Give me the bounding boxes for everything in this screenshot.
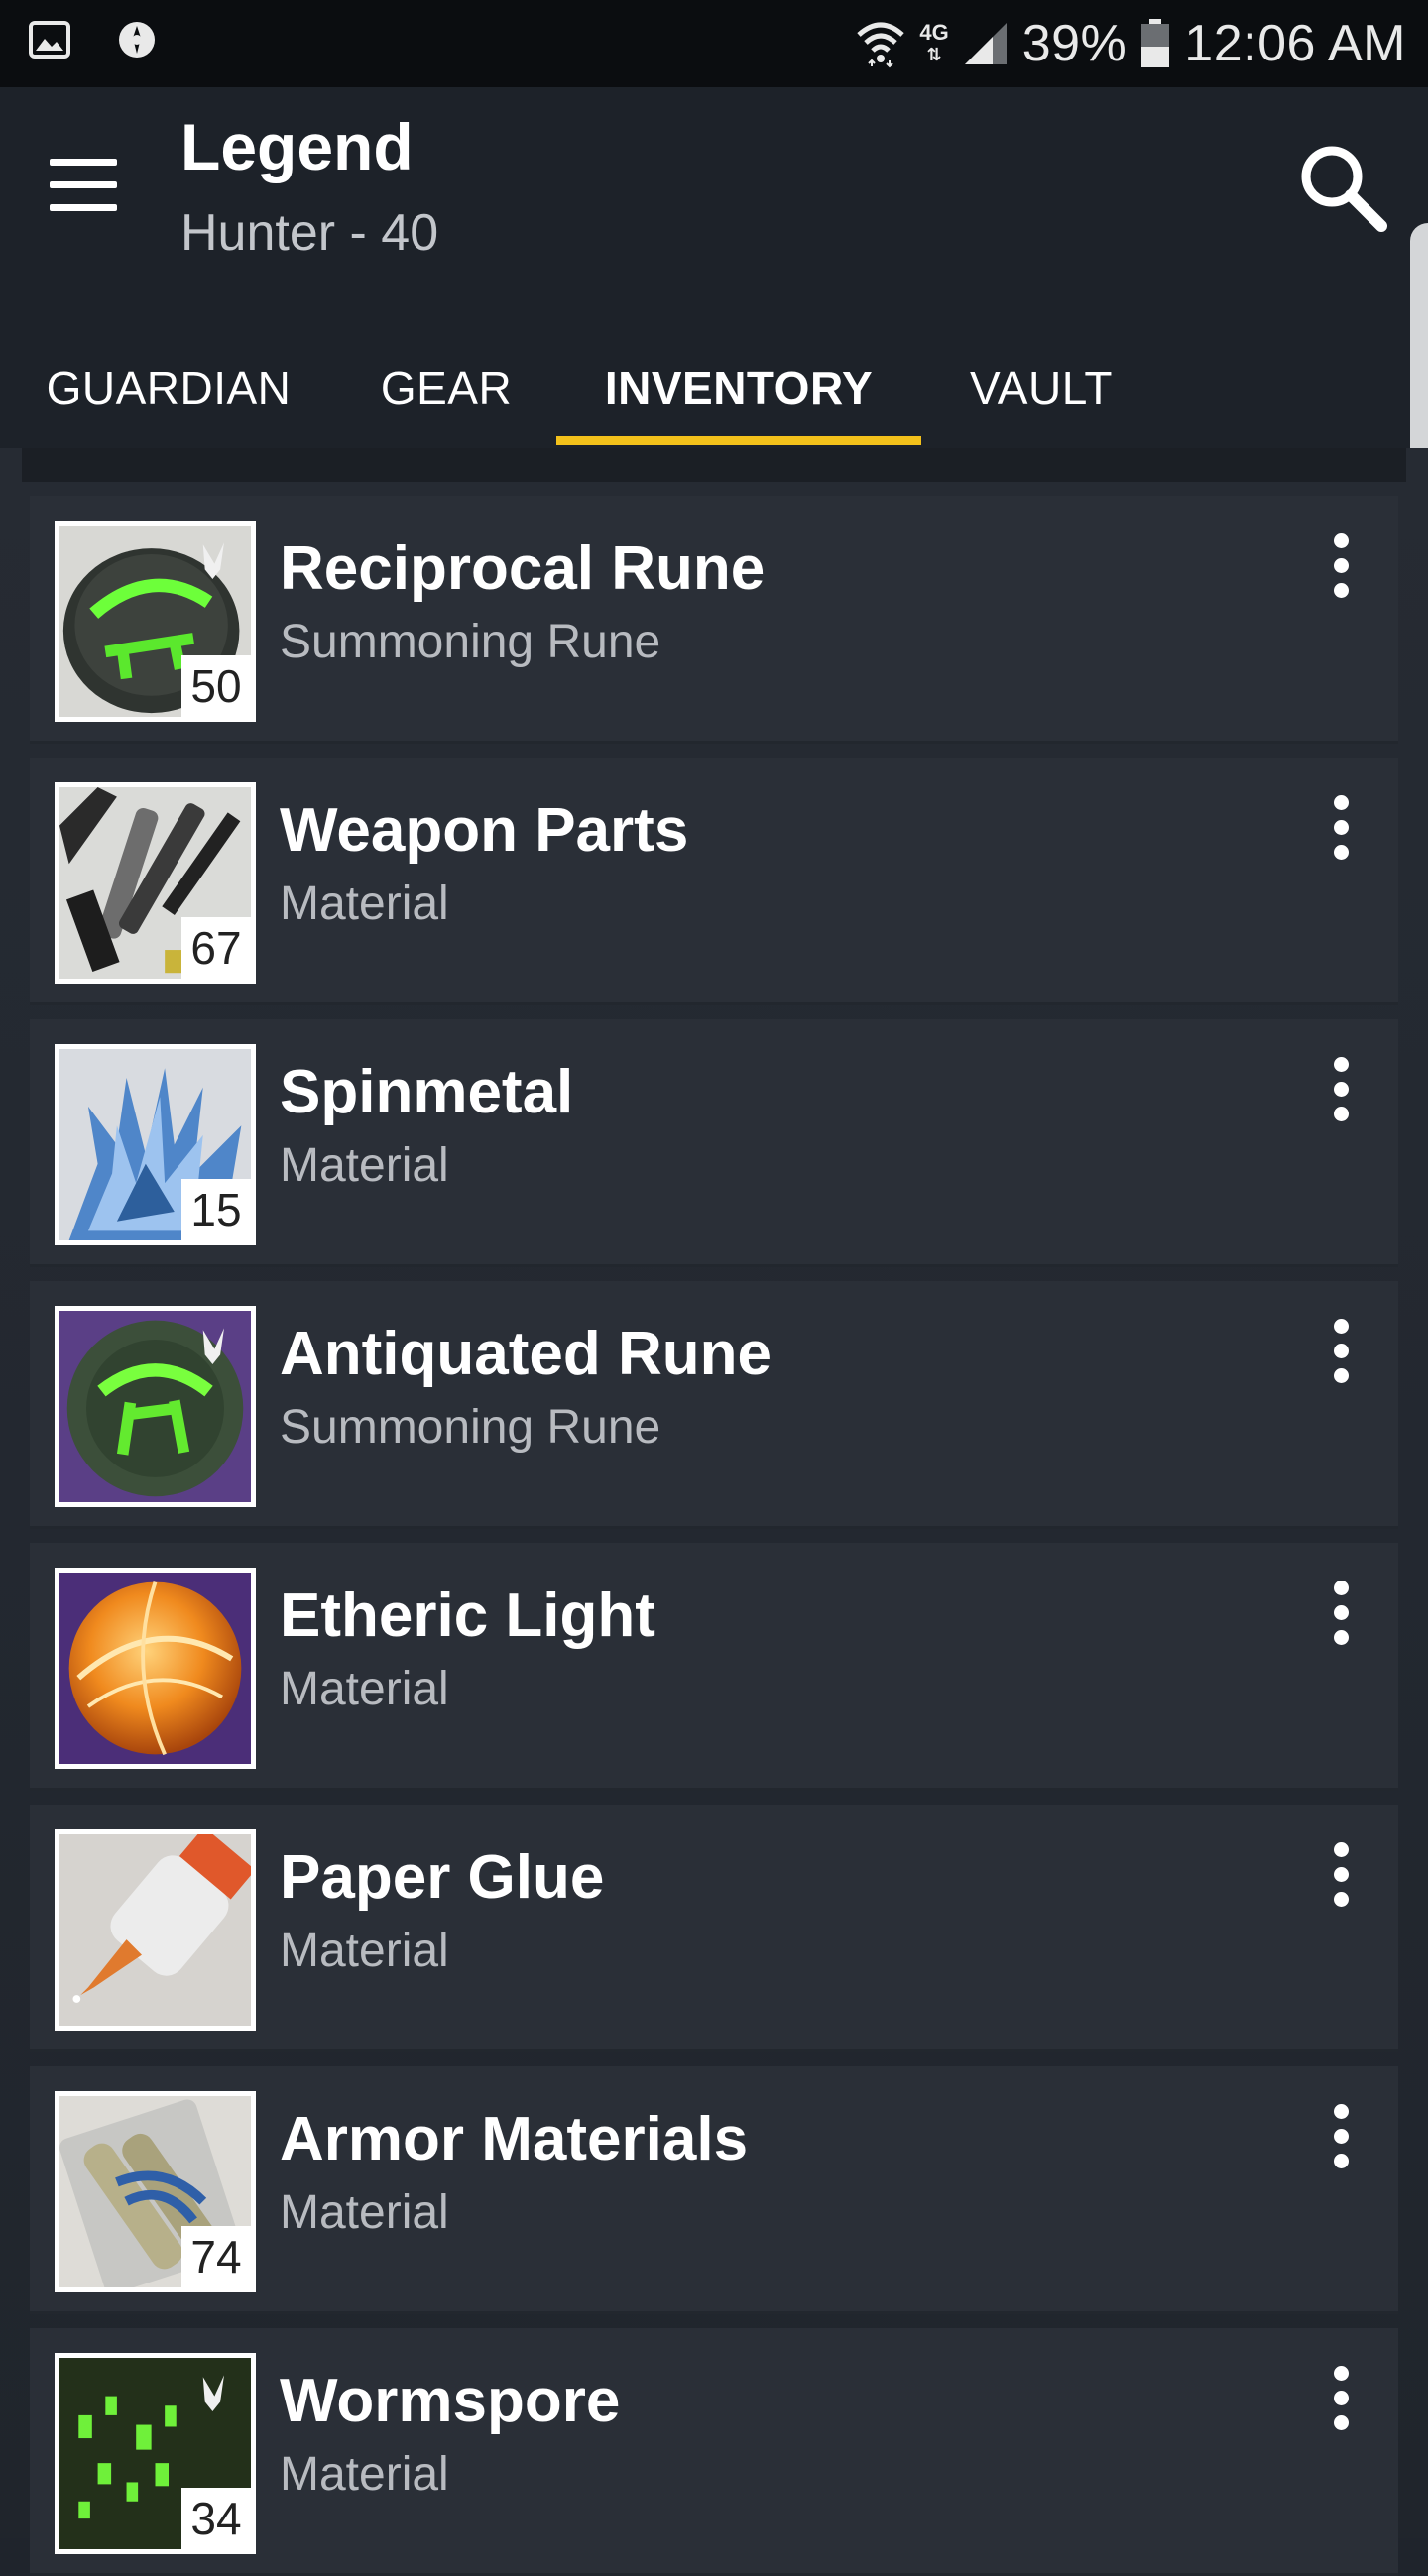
data-arrows-icon: ⇅ [926,45,942,64]
signal-icon [964,23,1007,64]
weapon-parts-icon: 67 [55,782,256,984]
network-type: 4G [919,20,949,45]
reciprocal-rune-icon: 50 [55,521,256,722]
item-name: Wormspore [280,2367,621,2435]
more-options-icon[interactable] [1319,1581,1363,1648]
item-type: Material [280,2186,449,2239]
more-options-icon[interactable] [1319,1057,1363,1124]
wormspore-icon: 34 [55,2353,256,2554]
item-type: Summoning Rune [280,616,661,668]
item-count: 34 [181,2488,251,2549]
clock: 12:06 AM [1184,15,1406,72]
item-type: Material [280,1925,449,1977]
item-count: 67 [181,917,251,979]
list-item[interactable]: Paper Glue Material [30,1805,1398,2052]
search-icon[interactable] [1294,139,1389,234]
list-top-shadow [22,448,1406,482]
item-name: Weapon Parts [280,796,689,865]
app-bar: Legend Hunter - 40 GUARDIAN GEAR INVENTO… [0,87,1428,448]
item-count: 74 [181,2226,251,2287]
active-tab-indicator [556,436,921,445]
list-item[interactable]: 67 Weapon Parts Material [30,758,1398,1005]
item-name: Reciprocal Rune [280,534,766,603]
inventory-list: 50 Reciprocal Rune Summoning Rune 67 Wea… [0,448,1428,2576]
hamburger-menu-icon[interactable] [42,159,121,228]
spinmetal-icon: 15 [55,1044,256,1245]
more-options-icon[interactable] [1319,1319,1363,1386]
status-bar: 4G ⇅ 39% 12:06 AM [0,0,1428,87]
list-item[interactable]: 34 Wormspore Material [30,2328,1398,2576]
item-name: Armor Materials [280,2105,749,2173]
tab-guardian[interactable]: GUARDIAN [22,327,315,448]
item-type: Material [280,1139,449,1192]
tab-gear[interactable]: GEAR [327,327,565,448]
wifi-icon [857,22,905,68]
item-name: Spinmetal [280,1058,574,1126]
battery-icon [1141,19,1170,67]
more-options-icon[interactable] [1319,2366,1363,2433]
list-item[interactable]: Antiquated Rune Summoning Rune [30,1281,1398,1529]
list-item[interactable]: 74 Armor Materials Material [30,2066,1398,2314]
battery-percent: 39% [1021,15,1128,72]
network-indicator: 4G ⇅ [919,22,948,65]
tab-inventory[interactable]: INVENTORY [556,327,921,448]
item-count: 50 [181,655,251,717]
page-subtitle: Hunter - 40 [180,204,439,262]
item-name: Antiquated Rune [280,1320,772,1388]
list-item[interactable]: 50 Reciprocal Rune Summoning Rune [30,496,1398,744]
item-type: Summoning Rune [280,1401,661,1454]
list-item[interactable]: Etheric Light Material [30,1543,1398,1791]
more-options-icon[interactable] [1319,795,1363,863]
game-notification-icon [119,22,155,58]
tab-bar: GUARDIAN GEAR INVENTORY VAULT [0,327,1428,448]
item-type: Material [280,2448,449,2501]
list-item[interactable]: 15 Spinmetal Material [30,1019,1398,1267]
paper-glue-icon [55,1829,256,2031]
item-name: Paper Glue [280,1843,605,1912]
item-name: Etheric Light [280,1581,655,1650]
page-title: Legend [180,110,414,183]
item-type: Material [280,1663,449,1715]
etheric-light-icon [55,1568,256,1769]
armor-materials-icon: 74 [55,2091,256,2292]
more-options-icon[interactable] [1319,533,1363,601]
item-type: Material [280,878,449,930]
more-options-icon[interactable] [1319,1842,1363,1910]
tab-vault[interactable]: VAULT [932,327,1150,448]
gallery-notification-icon [29,21,70,59]
item-count: 15 [181,1179,251,1240]
antiquated-rune-icon [55,1306,256,1507]
more-options-icon[interactable] [1319,2104,1363,2171]
